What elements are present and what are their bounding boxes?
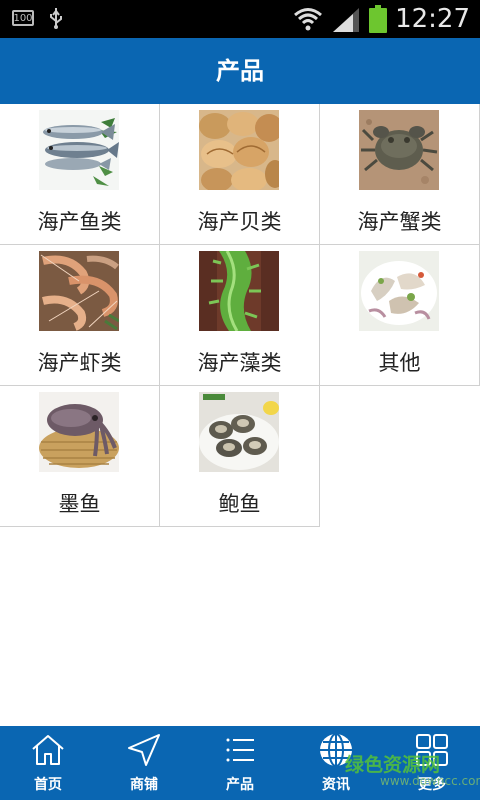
product-cuttlefish[interactable]: 墨鱼	[0, 386, 160, 527]
nav-label: 商铺	[130, 777, 158, 793]
product-label: 海产虾类	[37, 351, 122, 375]
watermark-url: www.downcc.com	[380, 774, 480, 788]
status-bar: 100 12:27	[0, 0, 480, 38]
usb-icon	[50, 8, 62, 29]
clock: 12:27	[395, 4, 470, 34]
product-fish[interactable]: 海产鱼类	[0, 104, 160, 245]
signal-icon	[333, 8, 360, 32]
seafood-dish-photo	[359, 251, 439, 331]
product-label: 其他	[378, 351, 421, 375]
product-label: 海产藻类	[197, 351, 282, 375]
cuttlefish-photo	[39, 392, 119, 472]
product-label: 海产贝类	[197, 210, 282, 234]
product-other[interactable]: 其他	[320, 245, 480, 386]
battery-icon	[369, 5, 388, 33]
crab-photo	[359, 110, 439, 190]
navigation-icon	[128, 734, 160, 766]
product-grid: 海产鱼类 海产贝类 海产蟹类 海产虾类 海产藻类 其他 墨鱼 鲍鱼	[0, 104, 480, 527]
nav-products[interactable]: 产品	[192, 726, 288, 800]
product-label: 墨鱼	[58, 492, 101, 516]
product-label: 海产鱼类	[37, 210, 122, 234]
clam-photo	[199, 110, 279, 190]
fish-photo	[39, 110, 119, 190]
wifi-icon	[294, 8, 323, 31]
nav-home[interactable]: 首页	[0, 726, 96, 800]
shrimp-photo	[39, 251, 119, 331]
battery-small-text: 100	[13, 12, 33, 24]
abalone-photo	[199, 392, 279, 472]
list-icon	[226, 738, 254, 762]
product-label: 鲍鱼	[218, 492, 261, 516]
product-label: 海产蟹类	[357, 210, 442, 234]
seaweed-photo	[199, 251, 279, 331]
watermark-text: 绿色资源网	[345, 754, 441, 776]
title-bar: 产品	[0, 38, 480, 104]
nav-label: 资讯	[322, 777, 350, 793]
home-icon	[32, 735, 64, 765]
nav-label: 产品	[226, 777, 254, 793]
product-abalone[interactable]: 鲍鱼	[160, 386, 320, 527]
page-title: 产品	[216, 57, 264, 85]
product-clam[interactable]: 海产贝类	[160, 104, 320, 245]
product-seaweed[interactable]: 海产藻类	[160, 245, 320, 386]
nav-shops[interactable]: 商铺	[96, 726, 192, 800]
nav-label: 首页	[34, 777, 62, 793]
product-shrimp[interactable]: 海产虾类	[0, 245, 160, 386]
product-crab[interactable]: 海产蟹类	[320, 104, 480, 245]
battery-full-icon: 100	[12, 10, 34, 26]
